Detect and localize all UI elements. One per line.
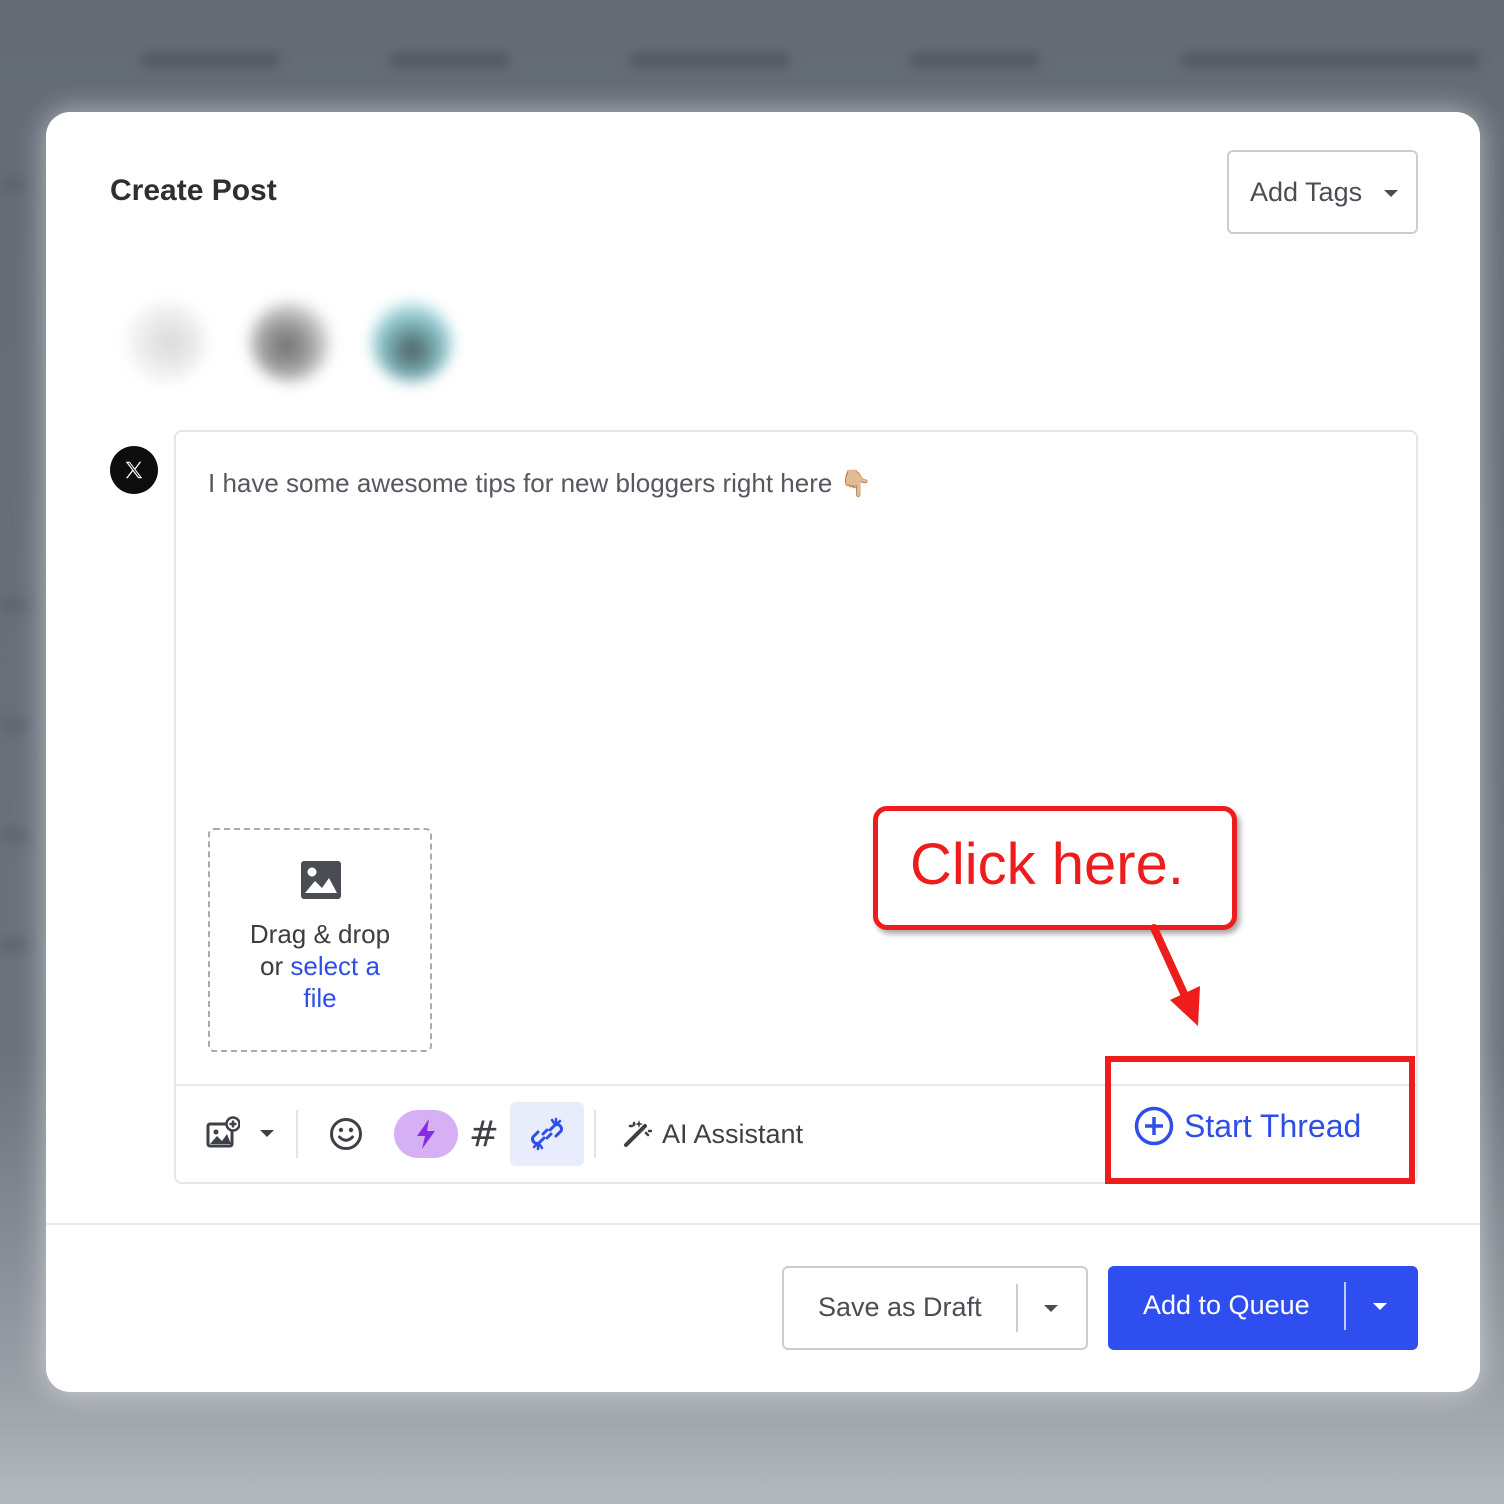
dropzone-line: Drag & drop — [249, 919, 391, 949]
background-sidebar-blurred — [0, 120, 40, 1420]
add-tags-label: Add Tags — [1250, 176, 1363, 207]
add-to-queue-button[interactable]: Add to Queue — [1108, 1266, 1418, 1350]
x-logo-icon — [110, 446, 158, 494]
button-divider — [1344, 1282, 1346, 1330]
toolbar-divider — [296, 1110, 298, 1158]
save-as-draft-button[interactable]: Save as Draft — [782, 1266, 1088, 1350]
add-tags-dropdown[interactable]: Add Tags — [1227, 150, 1418, 234]
modal-title: Create Post — [110, 174, 277, 207]
add-media-icon[interactable] — [206, 1116, 240, 1150]
account-avatar[interactable] — [372, 302, 452, 382]
dropzone-or: or — [260, 951, 291, 981]
lightning-icon[interactable] — [394, 1110, 458, 1158]
emoji-icon[interactable] — [328, 1116, 364, 1152]
annotation-highlight-box — [1105, 1056, 1415, 1184]
chevron-down-icon[interactable] — [1373, 1303, 1387, 1310]
add-to-queue-label: Add to Queue — [1143, 1290, 1310, 1320]
save-as-draft-label: Save as Draft — [818, 1292, 982, 1322]
select-file-link-2[interactable]: file — [210, 982, 430, 1014]
hashtag-icon[interactable]: # — [464, 1114, 504, 1155]
media-dropzone[interactable]: Drag & drop or select a file — [208, 828, 432, 1052]
button-divider — [1016, 1284, 1018, 1332]
ai-assistant-button[interactable]: AI Assistant — [622, 1116, 803, 1152]
ai-assistant-label: AI Assistant — [662, 1118, 804, 1149]
account-avatar[interactable] — [250, 302, 330, 382]
post-text[interactable]: I have some awesome tips for new blogger… — [208, 468, 872, 499]
create-post-modal: Create Post Add Tags I have some awesome… — [46, 112, 1480, 1392]
account-avatar[interactable] — [126, 302, 206, 382]
link-shortener-icon[interactable] — [510, 1102, 584, 1166]
dropzone-text: Drag & drop or select a file — [210, 918, 430, 1014]
annotation-callout: Click here. — [873, 806, 1237, 930]
image-icon — [301, 861, 341, 899]
chevron-down-icon[interactable] — [260, 1130, 274, 1137]
footer-divider — [46, 1223, 1480, 1225]
background-nav-blurred — [0, 0, 1504, 100]
chevron-down-icon[interactable] — [1044, 1305, 1058, 1312]
magic-wand-icon — [624, 1120, 652, 1147]
select-file-link[interactable]: select a — [290, 951, 380, 981]
chevron-down-icon — [1384, 190, 1398, 197]
account-selector — [126, 294, 506, 394]
annotation-arrow-icon — [1150, 924, 1200, 1026]
toolbar-divider — [594, 1110, 596, 1158]
